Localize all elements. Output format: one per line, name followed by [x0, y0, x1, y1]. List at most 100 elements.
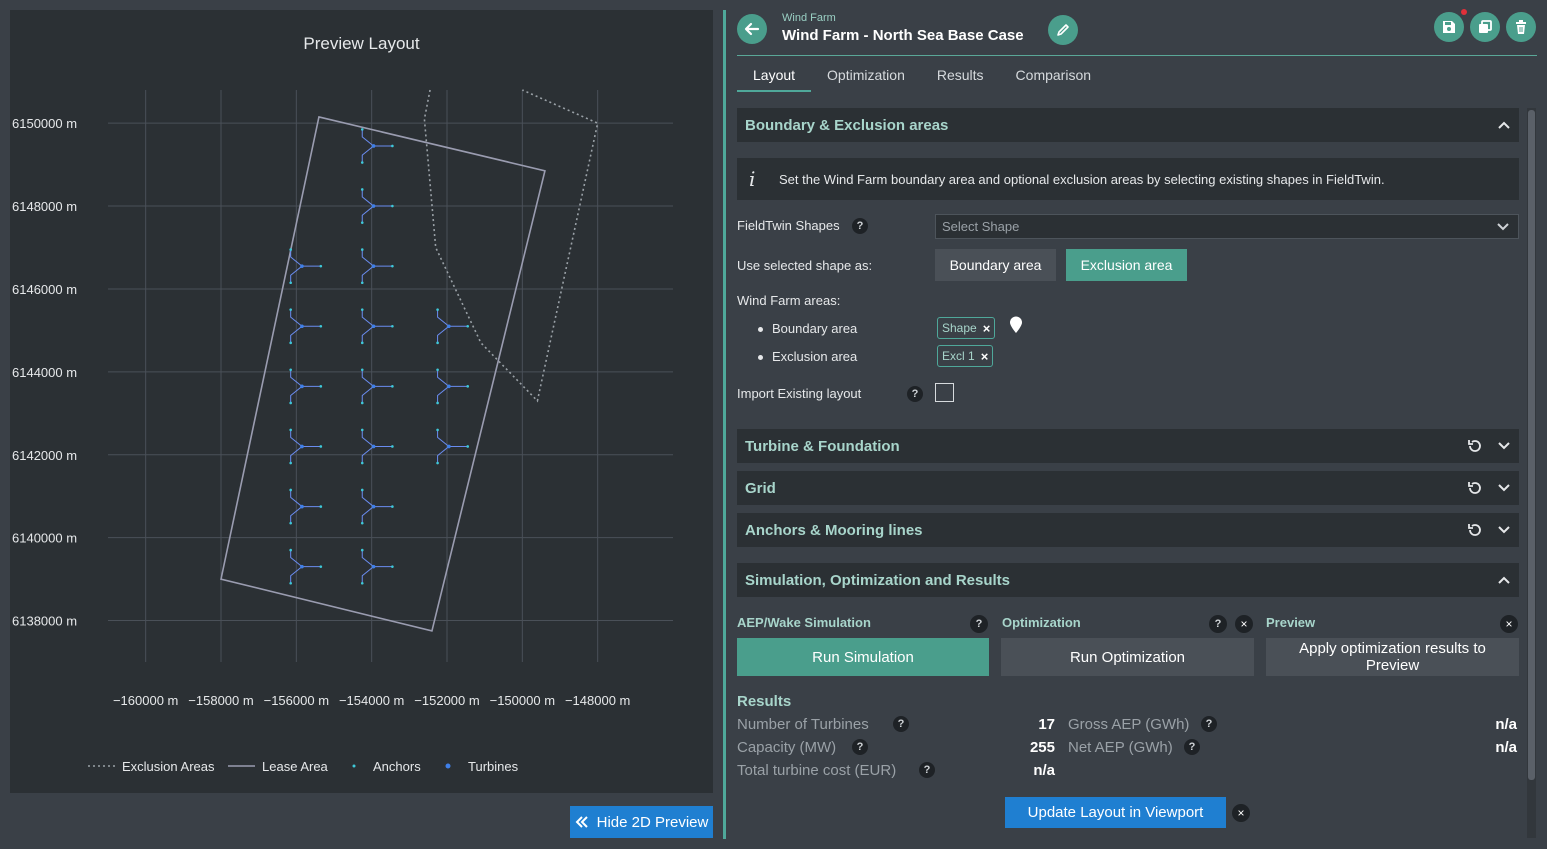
save-button[interactable]: [1434, 12, 1464, 42]
update-layout-button[interactable]: Update Layout in Viewport: [1005, 797, 1226, 828]
results-title: Results: [737, 693, 792, 710]
exclusion-area-polyline: [423, 89, 599, 403]
chevron-up-icon[interactable]: [1497, 120, 1511, 130]
tab-optimization[interactable]: Optimization: [811, 58, 921, 92]
chevron-down-icon[interactable]: [1497, 483, 1511, 493]
back-button[interactable]: [737, 14, 767, 44]
anchor-point: [436, 461, 439, 465]
help-icon[interactable]: ?: [907, 386, 923, 402]
tab-comparison[interactable]: Comparison: [1000, 58, 1107, 92]
help-icon[interactable]: ?: [970, 615, 988, 633]
shape-select-placeholder: Select Shape: [942, 219, 1020, 234]
hide-preview-label: Hide 2D Preview: [596, 813, 709, 831]
import-layout-checkbox[interactable]: [935, 383, 954, 402]
chevron-down-icon: [1497, 223, 1509, 231]
anchor-point: [289, 488, 292, 492]
reset-icon[interactable]: [1467, 438, 1483, 454]
help-icon[interactable]: ?: [852, 739, 868, 755]
map-pin-icon[interactable]: [1009, 316, 1023, 334]
apply-optimization-button[interactable]: Apply optimization results to Preview: [1266, 638, 1519, 676]
remove-chip-icon[interactable]: ×: [983, 321, 991, 336]
reset-icon[interactable]: [1467, 522, 1483, 538]
boundary-chip-label: Shape: [942, 321, 977, 335]
fieldtwin-shapes-label: FieldTwin Shapes: [737, 218, 840, 233]
anchor-point: [391, 505, 394, 508]
net-aep-value: n/a: [1495, 739, 1517, 756]
run-optimization-button[interactable]: Run Optimization: [1001, 638, 1254, 676]
chevron-up-icon[interactable]: [1497, 575, 1511, 585]
help-icon[interactable]: ?: [1209, 615, 1227, 633]
reset-icon[interactable]: [1467, 480, 1483, 496]
turbine-section-header[interactable]: Turbine & Foundation: [737, 429, 1519, 463]
legend-anchors-swatch: [352, 764, 356, 768]
shape-select[interactable]: Select Shape: [935, 214, 1519, 239]
tab-results[interactable]: Results: [921, 58, 1000, 92]
help-icon[interactable]: ?: [919, 762, 935, 778]
grid-section-header[interactable]: Grid: [737, 471, 1519, 505]
y-tick-label: 6138000 m: [12, 614, 77, 629]
boundary-shape-chip[interactable]: Shape ×: [937, 317, 996, 339]
turbine-point: [371, 444, 376, 449]
boundary-section-header[interactable]: Boundary & Exclusion areas: [737, 108, 1519, 142]
anchor-point: [289, 401, 292, 405]
delete-button[interactable]: [1506, 12, 1536, 42]
anchor-point: [360, 521, 364, 525]
help-icon[interactable]: ?: [893, 716, 909, 732]
anchor-point: [360, 428, 364, 432]
chevron-down-icon[interactable]: [1497, 441, 1511, 451]
x-tick-label: −160000 m: [113, 693, 178, 708]
anchor-point: [289, 461, 292, 465]
panel-divider[interactable]: [723, 10, 726, 839]
anchor-point: [391, 264, 394, 268]
turbine-point: [371, 264, 376, 268]
chevron-down-icon[interactable]: [1497, 525, 1511, 535]
y-tick-label: 6148000 m: [12, 199, 77, 214]
anchor-point: [319, 445, 323, 448]
anchors-section-header[interactable]: Anchors & Mooring lines: [737, 513, 1519, 547]
scrollbar-thumb[interactable]: [1528, 110, 1535, 780]
turbine-point: [300, 564, 304, 569]
exclusion-area-button[interactable]: Exclusion area: [1066, 249, 1187, 281]
anchor-point: [391, 385, 394, 388]
x-tick-label: −152000 m: [414, 693, 479, 708]
page-title: Wind Farm - North Sea Base Case: [782, 27, 1024, 44]
legend-lease-label: Lease Area: [262, 759, 329, 774]
exclusion-shape-chip[interactable]: Excl 1 ×: [937, 345, 994, 367]
run-simulation-button[interactable]: Run Simulation: [737, 638, 989, 676]
simulation-section-header[interactable]: Simulation, Optimization and Results: [737, 563, 1519, 597]
anchor-point: [289, 581, 292, 585]
anchor-point: [289, 281, 292, 285]
preview-column-title: Preview: [1266, 615, 1316, 630]
floppy-disk-icon: [1443, 21, 1455, 33]
help-icon[interactable]: ?: [852, 218, 868, 234]
turbine-point: [300, 504, 304, 509]
exclusion-area-item: Exclusion area: [757, 349, 858, 364]
boundary-area-button[interactable]: Boundary area: [935, 249, 1056, 281]
anchor-point: [391, 565, 394, 568]
edit-title-button[interactable]: [1048, 15, 1078, 45]
anchor-point: [436, 428, 439, 432]
anchor-point: [289, 428, 292, 432]
close-update-icon[interactable]: ×: [1232, 804, 1250, 822]
help-icon[interactable]: ?: [1184, 739, 1200, 755]
anchor-point: [360, 548, 364, 552]
y-tick-label: 6140000 m: [12, 531, 77, 546]
anchor-point: [289, 341, 292, 345]
legend-anchors-label: Anchors: [373, 759, 421, 774]
close-preview-icon[interactable]: ×: [1500, 615, 1518, 633]
boundary-section-title: Boundary & Exclusion areas: [745, 116, 949, 134]
exclusion-chip-label: Excl 1: [942, 349, 975, 363]
close-optimization-icon[interactable]: ×: [1235, 615, 1253, 633]
remove-chip-icon[interactable]: ×: [981, 349, 989, 364]
hide-preview-button[interactable]: Hide 2D Preview: [570, 806, 713, 838]
help-icon[interactable]: ?: [1201, 716, 1217, 732]
tab-layout[interactable]: Layout: [737, 58, 812, 92]
info-box: i Set the Wind Farm boundary area and op…: [737, 158, 1519, 200]
turbine-cost-value: n/a: [1033, 762, 1055, 779]
grid-section-title: Grid: [745, 479, 776, 497]
turbine-point: [300, 384, 304, 389]
x-tick-label: −154000 m: [339, 693, 404, 708]
x-tick-label: −158000 m: [188, 693, 253, 708]
anchor-point: [360, 308, 364, 311]
duplicate-button[interactable]: [1470, 12, 1500, 42]
